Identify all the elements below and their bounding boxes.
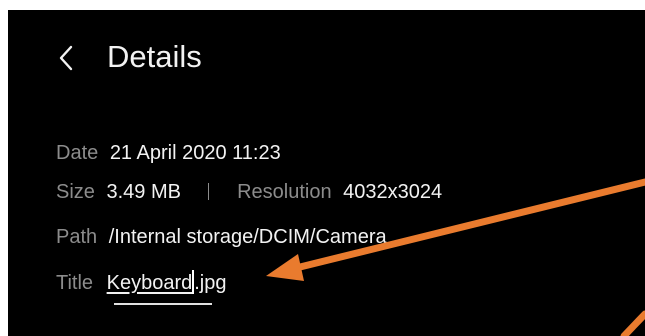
date-label: Date [56,142,99,164]
title-label: Title [56,272,94,294]
date-row: Date 21 April 2020 11:23 [56,138,281,168]
size-label: Size [56,181,95,203]
title-input-underline [114,303,212,305]
path-label: Path [56,226,98,248]
chevron-left-icon [59,45,73,71]
back-button[interactable] [46,35,86,81]
size-row: Size 3.49 MB Resolution 4032x3024 [56,177,442,207]
title-input[interactable]: Keyboard .jpg [107,270,227,294]
title-row: Title Keyboard .jpg [56,265,226,295]
size-value: 3.49 MB [106,181,181,203]
resolution-value: 4032x3024 [343,181,443,203]
divider [207,183,209,200]
path-value: /Internal storage/DCIM/Camera [108,226,387,248]
screenshot: Details Date 21 April 2020 11:23 Size 3.… [0,0,645,336]
resolution-label: Resolution [237,181,332,203]
path-row: Path /Internal storage/DCIM/Camera [56,222,387,252]
text-cursor [192,270,195,294]
title-name-text: Keyboard [106,272,193,294]
page-title: Details [107,39,202,74]
title-extension-text: .jpg [194,272,227,294]
date-value: 21 April 2020 11:23 [109,142,281,164]
